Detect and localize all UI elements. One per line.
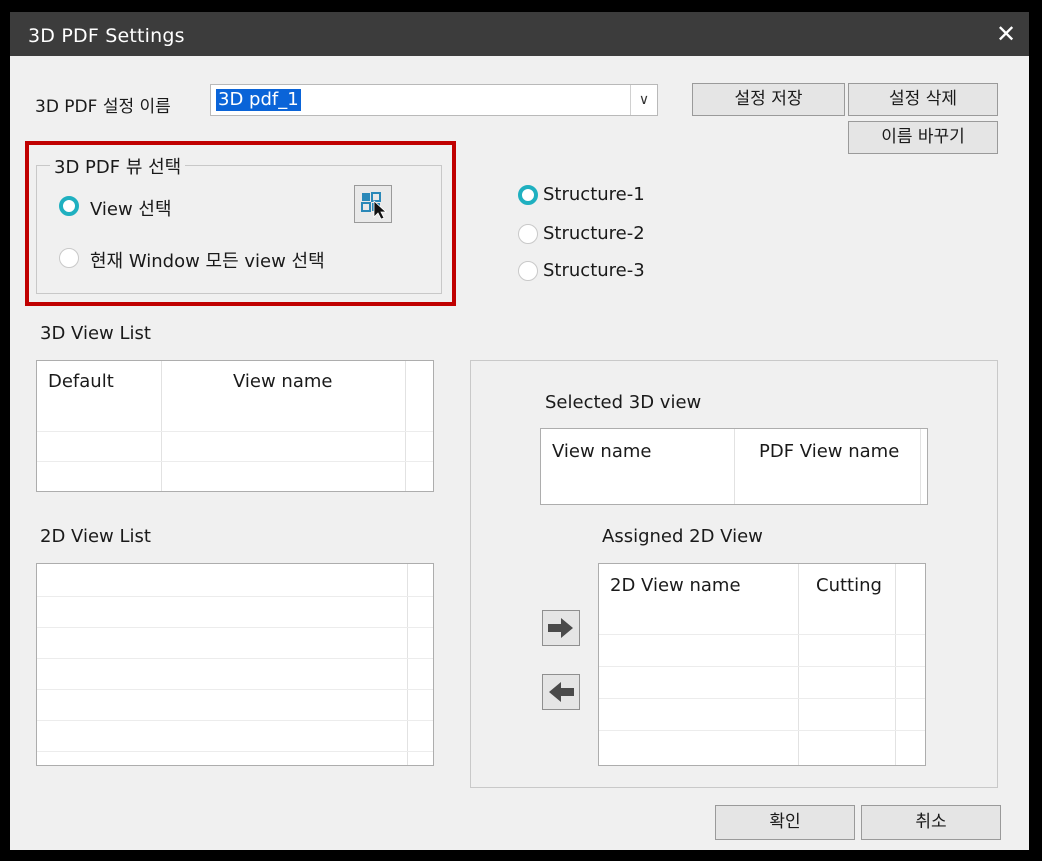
arrow-right-icon xyxy=(548,618,573,638)
row-line xyxy=(37,461,433,462)
column-header-view-name[interactable]: View name xyxy=(552,441,651,462)
setting-name-combobox[interactable]: 3D pdf_1 ∨ xyxy=(210,84,658,116)
column-divider xyxy=(895,564,896,765)
view-list-2d-title: 2D View List xyxy=(40,526,151,547)
structure-2-label: Structure-2 xyxy=(543,223,645,244)
close-icon[interactable]: ✕ xyxy=(992,20,1020,48)
radio-all-views[interactable] xyxy=(59,248,79,268)
grid-cursor-icon xyxy=(361,192,388,220)
chevron-down-icon[interactable]: ∨ xyxy=(630,85,657,115)
column-header-default[interactable]: Default xyxy=(48,371,114,392)
column-divider xyxy=(734,429,735,504)
delete-setting-button[interactable]: 설정 삭제 xyxy=(848,83,998,116)
structure-3-label: Structure-3 xyxy=(543,260,645,281)
column-divider xyxy=(407,564,408,765)
window-title: 3D PDF Settings xyxy=(28,25,185,47)
assigned-2d-view-table[interactable]: 2D View name Cutting xyxy=(598,563,926,766)
view-list-3d-title: 3D View List xyxy=(40,323,151,344)
row-line xyxy=(37,627,433,628)
column-divider xyxy=(798,564,799,765)
cancel-button[interactable]: 취소 xyxy=(861,805,1001,840)
view-list-3d-table[interactable]: Default View name xyxy=(36,360,434,492)
column-header-2d-view-name[interactable]: 2D View name xyxy=(610,575,741,596)
column-divider xyxy=(161,361,162,491)
view-select-group-title: 3D PDF 뷰 선택 xyxy=(50,153,186,179)
radio-all-views-label: 현재 Window 모든 view 선택 xyxy=(90,251,325,272)
column-divider xyxy=(920,429,921,504)
arrow-left-icon xyxy=(549,682,574,702)
row-line xyxy=(37,720,433,721)
row-line xyxy=(599,634,925,635)
column-header-cutting[interactable]: Cutting xyxy=(816,575,882,596)
row-line xyxy=(599,730,925,731)
row-line xyxy=(37,658,433,659)
structure-1-label: Structure-1 xyxy=(543,184,645,205)
title-bar: 3D PDF Settings ✕ xyxy=(10,12,1029,56)
ok-button[interactable]: 확인 xyxy=(715,805,855,840)
row-line xyxy=(37,689,433,690)
radio-view-select-label: View 선택 xyxy=(90,199,172,220)
assign-left-button[interactable] xyxy=(542,674,580,710)
view-list-2d-table[interactable] xyxy=(36,563,434,766)
save-setting-button[interactable]: 설정 저장 xyxy=(692,83,845,116)
selected-3d-view-table[interactable]: View name PDF View name xyxy=(540,428,928,505)
setting-name-label: 3D PDF 설정 이름 xyxy=(35,97,171,117)
column-divider xyxy=(405,361,406,491)
dialog-window: 3D PDF Settings ✕ 3D PDF 설정 이름 3D pdf_1 … xyxy=(10,12,1029,850)
row-line xyxy=(37,751,433,752)
row-line xyxy=(599,666,925,667)
row-line xyxy=(37,596,433,597)
rename-setting-button[interactable]: 이름 바꾸기 xyxy=(848,121,998,154)
assigned-2d-view-title: Assigned 2D View xyxy=(602,526,763,547)
selected-3d-view-title: Selected 3D view xyxy=(545,392,702,413)
radio-view-select[interactable] xyxy=(59,196,79,216)
select-view-picker-button[interactable] xyxy=(354,185,392,223)
radio-structure-2[interactable] xyxy=(518,224,538,244)
row-line xyxy=(599,698,925,699)
setting-name-value[interactable]: 3D pdf_1 xyxy=(216,89,301,111)
column-header-view-name[interactable]: View name xyxy=(233,371,332,392)
radio-structure-3[interactable] xyxy=(518,261,538,281)
row-line xyxy=(37,431,433,432)
column-header-pdf-view-name[interactable]: PDF View name xyxy=(759,441,899,462)
assign-right-button[interactable] xyxy=(542,610,580,646)
radio-structure-1[interactable] xyxy=(518,185,538,205)
